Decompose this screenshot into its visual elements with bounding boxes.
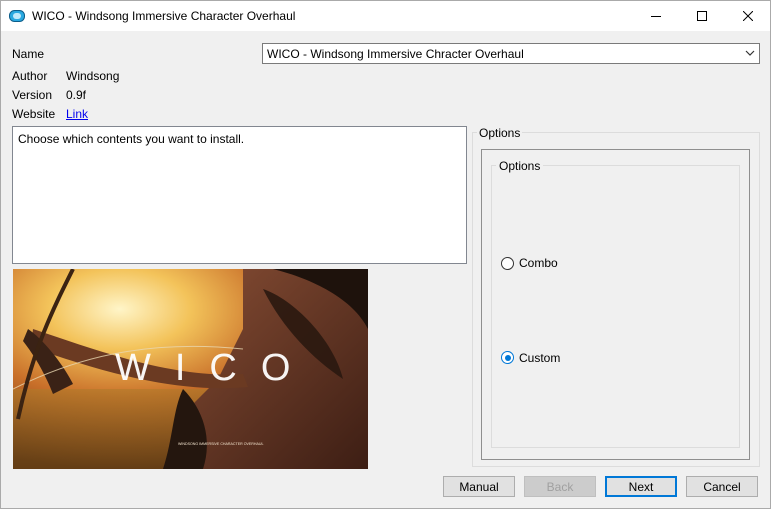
author-value: Windsong	[66, 69, 120, 83]
version-label: Version	[12, 88, 53, 102]
name-select[interactable]: WICO - Windsong Immersive Chracter Overh…	[262, 43, 760, 64]
app-icon	[9, 10, 25, 22]
image-caption: WINDSONG IMMERSIVE CHARACTER OVERHAUL	[178, 442, 263, 446]
description-text: Choose which contents you want to instal…	[18, 132, 245, 146]
installer-window: WICO - Windsong Immersive Character Over…	[0, 0, 771, 509]
version-value: 0.9f	[66, 88, 87, 102]
name-select-value: WICO - Windsong Immersive Chracter Overh…	[267, 47, 524, 61]
chevron-down-icon	[745, 50, 755, 56]
minimize-icon	[651, 16, 661, 17]
manual-button[interactable]: Manual	[443, 476, 515, 497]
custom-radio-label[interactable]: Custom	[519, 351, 560, 365]
options-group-label: Options	[477, 126, 523, 140]
combo-radio-label[interactable]: Combo	[519, 256, 558, 270]
website-label: Website	[12, 107, 56, 121]
close-button[interactable]	[725, 1, 771, 31]
description-box[interactable]: Choose which contents you want to instal…	[12, 126, 467, 264]
window-title: WICO - Windsong Immersive Character Over…	[32, 9, 296, 23]
maximize-button[interactable]	[679, 1, 725, 31]
author-label: Author	[12, 69, 48, 83]
website-link[interactable]: Link	[66, 107, 88, 121]
back-button[interactable]: Back	[524, 476, 596, 497]
next-button[interactable]: Next	[605, 476, 677, 497]
name-label: Name	[12, 47, 45, 61]
cancel-button[interactable]: Cancel	[686, 476, 758, 497]
mod-preview-image: WICO WINDSONG IMMERSIVE CHARACTER OVERHA…	[13, 269, 368, 469]
maximize-icon	[697, 11, 707, 21]
custom-radio[interactable]	[501, 351, 514, 364]
close-icon	[743, 11, 753, 21]
options-inner-label: Options	[496, 159, 544, 173]
image-logo-text: WICO	[115, 347, 314, 389]
mod-artwork: WICO WINDSONG IMMERSIVE CHARACTER OVERHA…	[13, 269, 368, 469]
minimize-button[interactable]	[633, 1, 679, 31]
combo-radio[interactable]	[501, 257, 514, 270]
title-bar[interactable]: WICO - Windsong Immersive Character Over…	[1, 1, 770, 31]
options-inner-groupbox	[491, 165, 740, 448]
